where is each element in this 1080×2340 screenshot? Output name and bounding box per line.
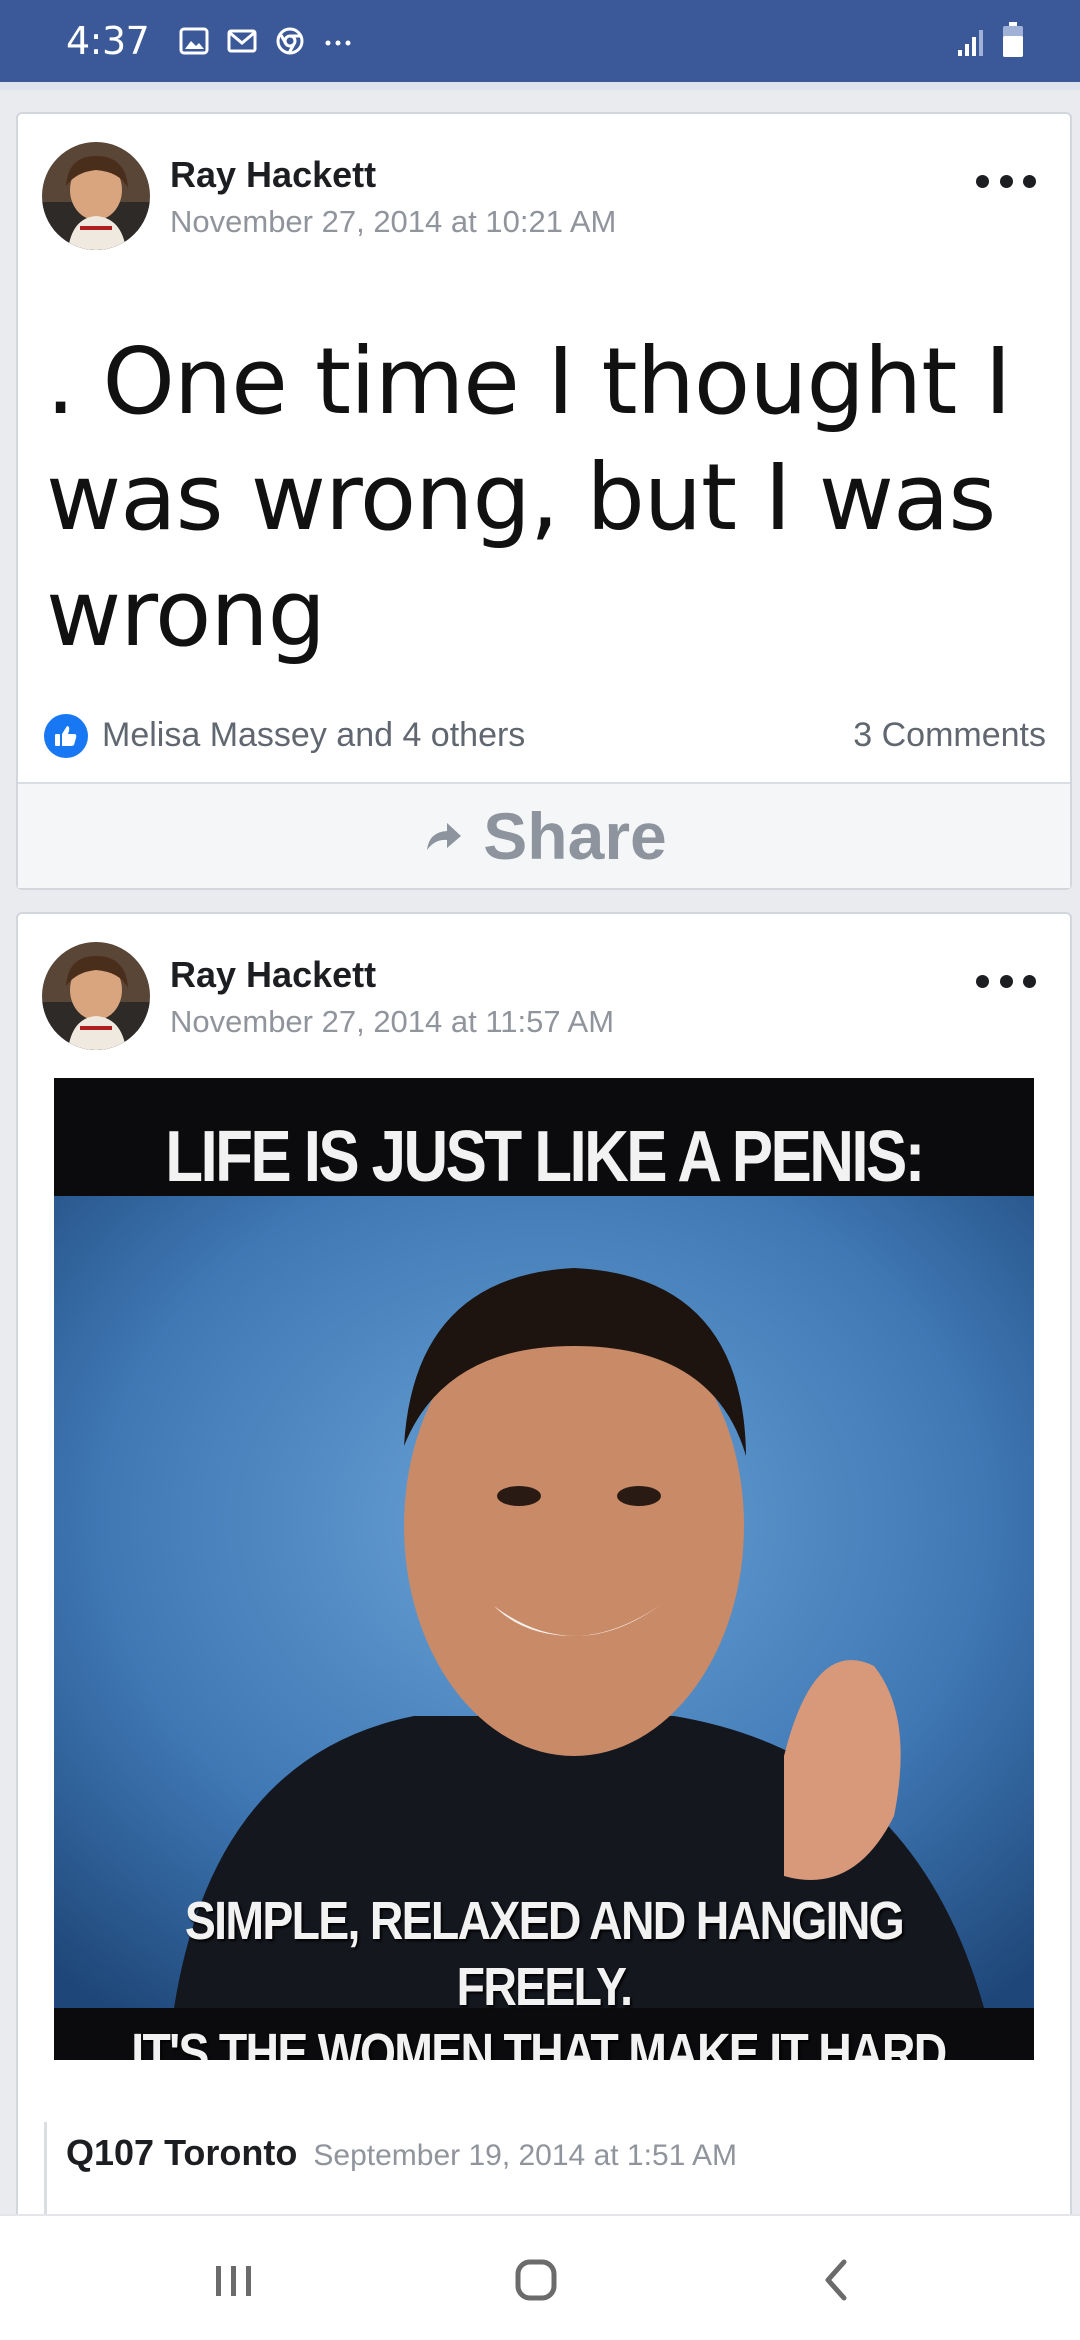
post-timestamp[interactable]: November 27, 2014 at 10:21 AM [170,204,616,240]
avatar[interactable] [42,942,150,1050]
more-options-icon[interactable] [976,966,1036,996]
share-label: Share [483,799,667,873]
navigation-bar [0,2214,1080,2340]
recent-apps-icon[interactable] [204,2252,264,2308]
comments-count[interactable]: 3 Comments [853,716,1046,755]
author-name[interactable]: Ray Hackett [170,154,376,196]
shared-source-name[interactable]: Q107 Toronto [66,2132,297,2173]
meme-bottom-line-1: SIMPLE, RELAXED AND HANGING FREELY. [184,1891,905,2017]
back-icon[interactable] [808,2252,868,2308]
post-image[interactable]: LIFE IS JUST LIKE A PENIS: SIMPLE, RELAX… [54,1078,1034,2060]
share-button[interactable]: Share [18,782,1070,888]
shared-timestamp[interactable]: September 19, 2014 at 1:51 AM [313,2139,737,2172]
reactions-summary[interactable]: Melisa Massey and 4 others [102,716,525,755]
gmail-icon [227,29,257,53]
share-icon [427,823,462,850]
post-card: Ray Hackett November 27, 2014 at 10:21 A… [16,112,1072,890]
home-icon[interactable] [506,2252,566,2308]
gallery-icon [179,27,209,55]
post-card: Ray Hackett November 27, 2014 at 11:57 A… [16,912,1072,2340]
post-timestamp[interactable]: November 27, 2014 at 11:57 AM [170,1004,614,1040]
status-time: 4:37 [66,19,150,63]
post-text: . One time I thought I was wrong, but I … [46,328,1012,667]
like-reaction-icon [44,714,88,758]
header-divider [0,82,1080,90]
meme-bottom-text: SIMPLE, RELAXED AND HANGING FREELY. IT'S… [123,1888,966,2060]
avatar[interactable] [42,142,150,250]
more-options-icon[interactable] [976,166,1036,196]
meme-bottom-line-2: IT'S THE WOMEN THAT MAKE IT HARD. [131,2023,958,2060]
battery-icon [1003,22,1023,57]
shared-post-header[interactable]: Q107 Toronto September 19, 2014 at 1:51 … [66,2132,737,2174]
meme-top-text: LIFE IS JUST LIKE A PENIS: [165,1117,925,1197]
author-name[interactable]: Ray Hackett [170,954,376,996]
status-bar: 4:37 [0,0,1080,82]
signal-icon [958,30,983,56]
meme-photo [54,1196,1034,2008]
more-dots-icon [325,40,351,46]
chrome-icon [276,27,304,55]
